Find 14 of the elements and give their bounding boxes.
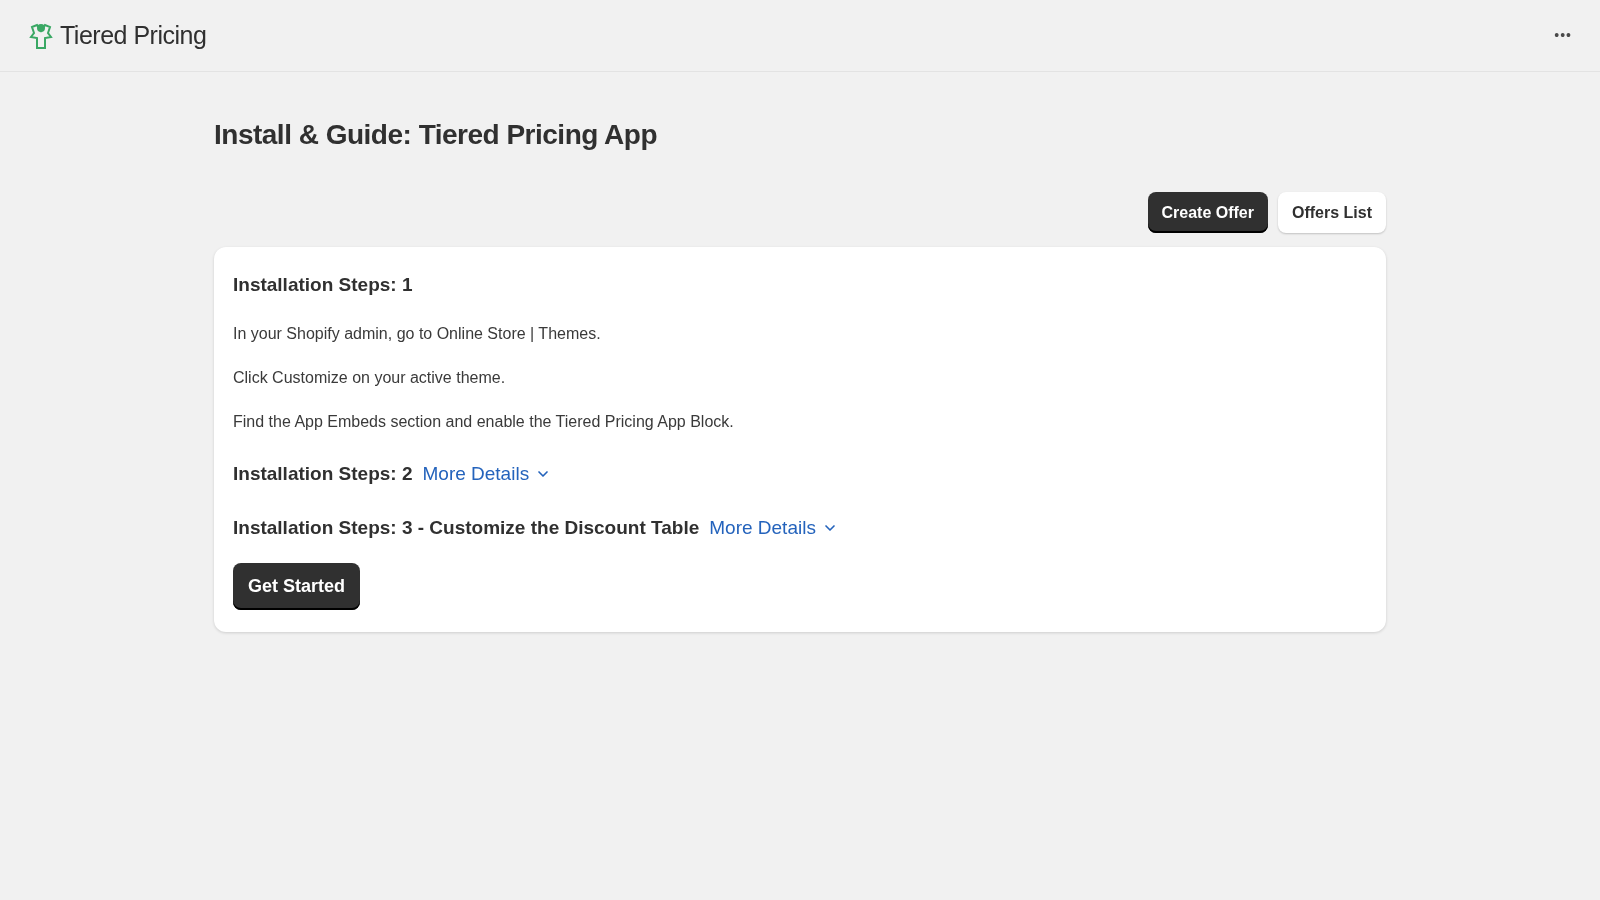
more-details-toggle[interactable]: More Details <box>709 514 838 543</box>
page-title: Install & Guide: Tiered Pricing App <box>214 118 658 152</box>
create-button[interactable]: Create Offer <box>1147 192 1268 233</box>
step-instruction: In your Shopify admin, go to Online Store | Themes. <box>233 323 602 344</box>
step-instruction: Click Customize on your active theme. <box>233 367 507 388</box>
get-started-button[interactable]: Get Started <box>233 562 361 610</box>
list-button[interactable]: Offers List <box>1278 192 1386 233</box>
step-heading: Installation Steps: 3 - Customize the Discount Table <box>233 516 700 540</box>
step-instruction: Find the App Embeds section and enable the Tiered Pricing App Block. <box>233 411 735 432</box>
step-heading: Installation Steps: 2 <box>233 461 413 486</box>
more-details-toggle[interactable]: More Details <box>422 459 552 488</box>
app-title: Tiered Pricing <box>60 19 207 51</box>
step-heading: Installation Steps: 1 <box>233 273 413 297</box>
more-menu-button[interactable]: ••• <box>1554 25 1572 46</box>
